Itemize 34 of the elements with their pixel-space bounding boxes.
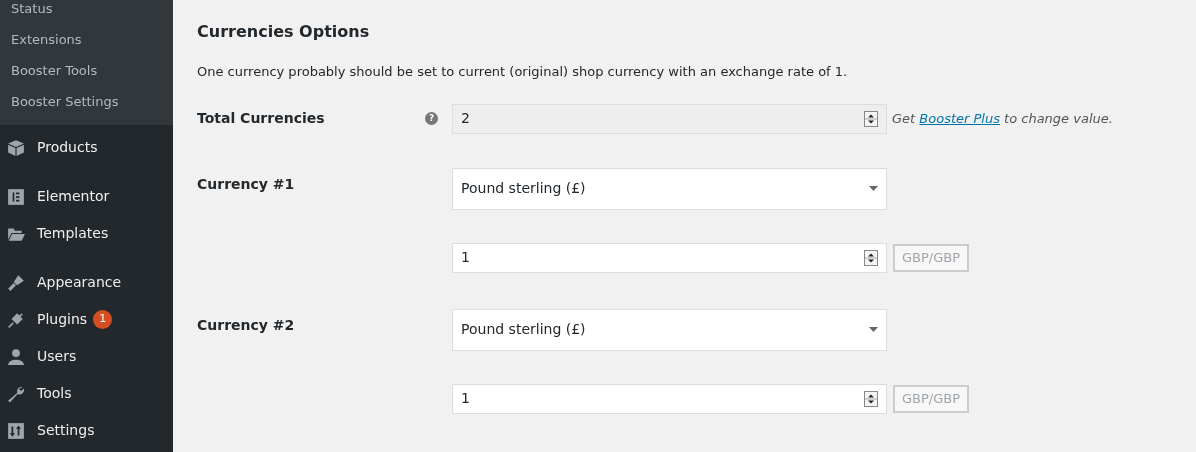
upgrade-note: Get Booster Plus to change value. [892, 109, 1113, 128]
menu-icon [7, 310, 25, 329]
field-label: Total Currencies [197, 109, 326, 128]
currency-select[interactable]: Pound sterling (£) [452, 308, 887, 351]
section-description: One currency probably should be set to current (original) shop currency with an exchange rate of 1. [197, 63, 849, 81]
menu-icon [7, 138, 25, 157]
menu-icon [7, 347, 25, 366]
menu-item[interactable]: Plugins 1 [0, 301, 173, 338]
spinner-icon[interactable] [864, 390, 878, 407]
section-title: Currencies Options [197, 21, 371, 43]
exchange-rate-field[interactable]: 1 [452, 383, 887, 414]
menu-item[interactable]: Users [0, 338, 173, 375]
menu-icon [7, 187, 25, 206]
submenu-item[interactable]: Booster Tools [0, 55, 173, 86]
field-label: Currency #2 [197, 315, 296, 335]
submenu-item[interactable]: Booster Settings [0, 86, 173, 117]
submenu-item[interactable]: Extensions [0, 24, 173, 55]
notification-badge: 1 [93, 310, 113, 329]
menu-item[interactable]: Settings [0, 412, 173, 449]
menu-item[interactable]: Appearance [0, 264, 173, 301]
menu-icon [7, 273, 25, 292]
field-label: Currency #1 [197, 174, 296, 194]
menu-icon [7, 421, 25, 440]
spinner-icon[interactable] [864, 249, 878, 266]
menu-item[interactable]: Tools [0, 375, 173, 412]
menu-item[interactable]: Templates [0, 215, 173, 252]
currency-select[interactable]: Pound sterling (£) [452, 167, 887, 210]
menu-item[interactable]: Products [0, 129, 173, 166]
menu-item[interactable]: Elementor [0, 178, 173, 215]
submenu-item[interactable]: Status [0, 0, 173, 24]
dropdown-caret-icon [869, 327, 878, 332]
dropdown-caret-icon [869, 186, 878, 191]
menu-icon [7, 384, 25, 403]
exchange-rate-field[interactable]: 1 [452, 242, 887, 273]
